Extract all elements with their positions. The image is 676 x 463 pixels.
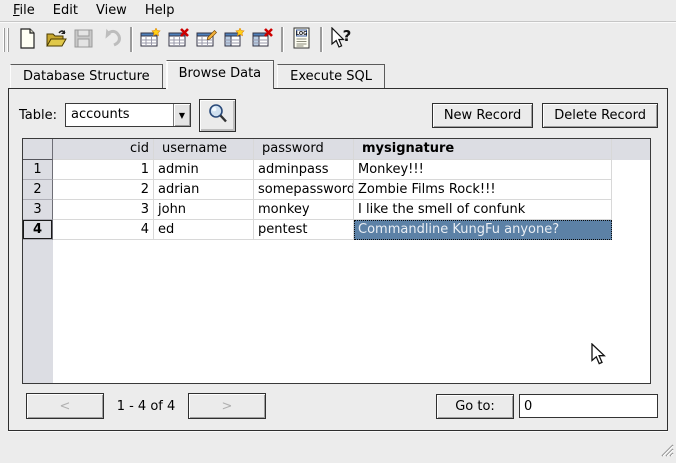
- new-record-button[interactable]: New Record: [432, 103, 533, 128]
- save-database-button[interactable]: [70, 26, 97, 54]
- grid-corner-cell[interactable]: [23, 139, 53, 160]
- cell-filler: [612, 160, 650, 180]
- sql-log-icon: LOG: [291, 27, 312, 52]
- svg-text:LOG: LOG: [296, 31, 307, 37]
- cell-username[interactable]: john: [154, 200, 254, 220]
- cell-cid[interactable]: 4: [53, 220, 154, 240]
- menu-help[interactable]: Help: [136, 2, 184, 19]
- whats-this-button[interactable]: ?: [327, 26, 354, 54]
- toolbar-separator: [130, 27, 132, 52]
- whats-this-icon: ?: [329, 27, 353, 52]
- cell-username[interactable]: adrian: [154, 180, 254, 200]
- cell-mysignature[interactable]: Zombie Films Rock!!!: [354, 180, 612, 200]
- record-range-label: 1 - 4 of 4: [110, 399, 182, 414]
- toolbar: LOG ?: [0, 22, 676, 57]
- menu-view[interactable]: View: [87, 2, 136, 19]
- table-label: Table:: [19, 108, 57, 123]
- browse-controls: Table: accounts ▼ New Record Delete Reco…: [19, 97, 658, 133]
- open-database-button[interactable]: [42, 26, 69, 54]
- row-header[interactable]: 2: [23, 180, 53, 200]
- create-index-icon: [224, 28, 246, 52]
- menubar: File Edit View Help: [0, 0, 676, 22]
- tabbar: Database Structure Browse Data Execute S…: [0, 57, 676, 88]
- row-header-strip: [23, 240, 53, 383]
- create-table-icon: [140, 28, 162, 52]
- cell-filler: [612, 180, 650, 200]
- cell-password[interactable]: adminpass: [254, 160, 354, 180]
- column-header-password[interactable]: password: [254, 139, 354, 160]
- revert-changes-button[interactable]: [98, 26, 125, 54]
- goto-button[interactable]: Go to:: [436, 394, 514, 419]
- toolbar-separator: [320, 27, 322, 52]
- delete-record-button[interactable]: Delete Record: [542, 103, 658, 128]
- delete-table-icon: [168, 28, 190, 52]
- previous-records-button[interactable]: <: [26, 393, 104, 419]
- table-row: 2 2 adrian somepassword Zombie Films Roc…: [23, 180, 650, 200]
- cell-username[interactable]: admin: [154, 160, 254, 180]
- cell-username[interactable]: ed: [154, 220, 254, 240]
- goto-input[interactable]: [519, 394, 658, 418]
- table-row: 3 3 john monkey I like the smell of conf…: [23, 200, 650, 220]
- column-header-mysignature[interactable]: mysignature: [354, 139, 612, 160]
- tab-database-structure[interactable]: Database Structure: [10, 64, 163, 88]
- search-icon: [207, 103, 229, 128]
- delete-index-icon: [252, 28, 274, 52]
- cell-mysignature[interactable]: I like the smell of confunk: [354, 200, 612, 220]
- table-row-selected: 4 4 ed pentest Commandline KungFu anyone…: [23, 220, 650, 240]
- column-header-cid[interactable]: cid: [53, 139, 154, 160]
- new-database-icon: [17, 28, 38, 52]
- row-header[interactable]: 4: [23, 220, 53, 240]
- cell-cid[interactable]: 1: [53, 160, 154, 180]
- sqlite-database-browser-window: { "colors": { "window_bg": "#ececec", "s…: [0, 0, 676, 463]
- delete-index-button[interactable]: [249, 26, 276, 54]
- menu-edit[interactable]: Edit: [44, 2, 87, 19]
- cell-mysignature[interactable]: Monkey!!!: [354, 160, 612, 180]
- cell-cid[interactable]: 2: [53, 180, 154, 200]
- open-database-icon: [45, 28, 67, 52]
- create-table-button[interactable]: [137, 26, 164, 54]
- record-navbar: < 1 - 4 of 4 > Go to:: [26, 393, 658, 419]
- modify-table-button[interactable]: [193, 26, 220, 54]
- tab-execute-sql[interactable]: Execute SQL: [277, 64, 385, 88]
- save-database-icon: [73, 28, 94, 52]
- menu-file[interactable]: File: [4, 2, 44, 19]
- row-header[interactable]: 1: [23, 160, 53, 180]
- table-select[interactable]: accounts ▼: [65, 103, 191, 127]
- toolbar-handle[interactable]: [3, 28, 10, 52]
- tab-browse-data[interactable]: Browse Data: [166, 60, 275, 89]
- sql-log-button[interactable]: LOG: [288, 26, 315, 54]
- table-row: 1 1 admin adminpass Monkey!!!: [23, 160, 650, 180]
- new-database-button[interactable]: [14, 26, 41, 54]
- menu-file-rest: ile: [20, 3, 35, 18]
- next-records-button[interactable]: >: [188, 393, 266, 419]
- cell-filler: [612, 200, 650, 220]
- cell-password[interactable]: somepassword: [254, 180, 354, 200]
- search-button[interactable]: [199, 99, 236, 132]
- cell-mysignature-selected[interactable]: Commandline KungFu anyone?: [354, 220, 612, 240]
- grid-empty-rest: [53, 240, 650, 383]
- chevron-down-icon[interactable]: ▼: [173, 104, 190, 126]
- delete-table-button[interactable]: [165, 26, 192, 54]
- data-grid: cid username password mysignature 1 1 ad…: [22, 138, 651, 384]
- grid-header-row: cid username password mysignature: [23, 139, 650, 160]
- create-index-button[interactable]: [221, 26, 248, 54]
- cell-cid[interactable]: 3: [53, 200, 154, 220]
- revert-changes-icon: [101, 28, 123, 52]
- svg-text:?: ?: [342, 27, 351, 45]
- resize-grip[interactable]: [659, 442, 674, 461]
- modify-table-icon: [196, 28, 218, 52]
- browse-data-panel: Table: accounts ▼ New Record Delete Reco…: [8, 88, 668, 431]
- row-header[interactable]: 3: [23, 200, 53, 220]
- column-header-username[interactable]: username: [154, 139, 254, 160]
- cell-password[interactable]: monkey: [254, 200, 354, 220]
- table-select-value: accounts: [66, 104, 173, 126]
- cell-password[interactable]: pentest: [254, 220, 354, 240]
- cell-filler: [612, 220, 650, 240]
- toolbar-separator: [281, 27, 283, 52]
- column-header-filler: [612, 139, 650, 160]
- grid-empty-area: [23, 240, 650, 383]
